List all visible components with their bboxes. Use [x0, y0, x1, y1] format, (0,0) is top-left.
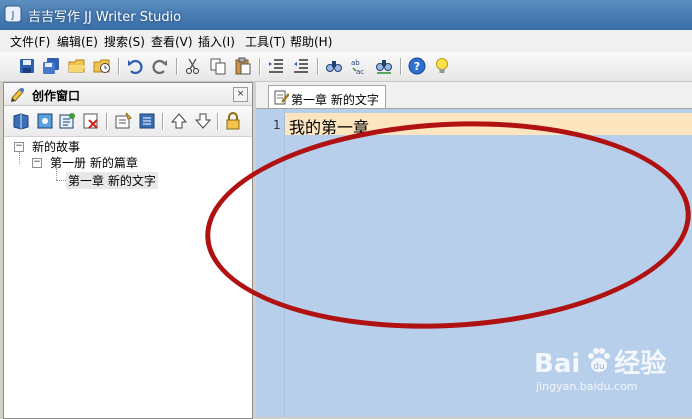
- menu-edit[interactable]: 编辑(E): [57, 33, 98, 50]
- svg-text:ab: ab: [351, 59, 360, 67]
- baidu-watermark: Bai 经验 du jingyan.baidu.com: [534, 343, 684, 403]
- redo-icon[interactable]: [151, 57, 169, 75]
- svg-text:J: J: [11, 10, 15, 21]
- rename-icon[interactable]: [114, 112, 132, 130]
- find-icon[interactable]: [325, 57, 343, 75]
- new-chapter-icon[interactable]: [58, 112, 76, 130]
- panel-toolbar: [4, 106, 252, 137]
- panel-toolbar-separator: [106, 113, 108, 130]
- document-edit-icon: [274, 90, 289, 105]
- creation-window-icon: [11, 88, 24, 102]
- menu-view[interactable]: 查看(V): [151, 33, 193, 50]
- find-next-icon[interactable]: [375, 57, 393, 75]
- delete-icon[interactable]: [82, 112, 100, 130]
- tab-chapter-1[interactable]: 第一章 新的文字: [268, 85, 386, 108]
- new-volume-icon[interactable]: [36, 112, 54, 130]
- cut-icon[interactable]: [184, 57, 202, 75]
- main-toolbar: ab ac ?: [0, 52, 692, 82]
- toolbar-separator: [176, 58, 178, 75]
- new-book-icon[interactable]: [12, 112, 30, 130]
- tree-node-volume[interactable]: 第一册 新的篇章: [50, 154, 138, 171]
- tree-collapse-toggle[interactable]: −: [32, 158, 42, 168]
- tree-node-story[interactable]: 新的故事: [32, 138, 80, 155]
- outdent-icon[interactable]: [292, 57, 310, 75]
- tree-connector: [56, 180, 66, 181]
- lock-icon[interactable]: [224, 112, 242, 130]
- tip-icon[interactable]: [433, 57, 451, 75]
- menu-insert[interactable]: 插入(I): [198, 33, 235, 50]
- undo-icon[interactable]: [126, 57, 144, 75]
- tree-node-chapter[interactable]: 第一章 新的文字: [66, 172, 158, 189]
- menu-search[interactable]: 搜索(S): [104, 33, 145, 50]
- menu-bar: 文件(F) 编辑(E) 搜索(S) 查看(V) 插入(I) 工具(T) 帮助(H…: [0, 30, 692, 53]
- svg-text:du: du: [593, 362, 604, 372]
- paste-icon[interactable]: [234, 57, 252, 75]
- copy-icon[interactable]: [209, 57, 227, 75]
- open-recent-icon[interactable]: [93, 57, 111, 75]
- save-icon[interactable]: [18, 57, 36, 75]
- help-icon[interactable]: ?: [408, 57, 426, 75]
- properties-icon[interactable]: [138, 112, 156, 130]
- toolbar-separator: [317, 58, 319, 75]
- watermark-site: jingyan.baidu.com: [536, 380, 638, 393]
- title-bar: J 吉吉写作 JJ Writer Studio: [0, 0, 692, 30]
- move-down-icon[interactable]: [194, 112, 212, 130]
- jj-app-icon: J: [4, 5, 22, 23]
- move-up-icon[interactable]: [170, 112, 188, 130]
- line-number: 1: [273, 118, 281, 132]
- tree-connector: [19, 152, 20, 164]
- panel-toolbar-separator: [217, 113, 219, 130]
- toolbar-separator: [118, 58, 120, 75]
- tree-connector: [56, 168, 57, 180]
- menu-file[interactable]: 文件(F): [10, 33, 50, 50]
- replace-icon[interactable]: abac: [350, 57, 368, 75]
- watermark-bai: Bai: [534, 349, 581, 379]
- panel-toolbar-separator: [162, 113, 164, 130]
- svg-text:?: ?: [414, 60, 420, 73]
- tree-collapse-toggle[interactable]: −: [14, 142, 24, 152]
- open-folder-icon[interactable]: [68, 57, 86, 75]
- panel-title: 创作窗口: [32, 89, 81, 103]
- toolbar-separator: [400, 58, 402, 75]
- menu-tools[interactable]: 工具(T): [245, 33, 286, 50]
- document-tabs: 第一章 新的文字: [256, 82, 692, 109]
- tab-label: 第一章 新的文字: [291, 93, 379, 107]
- panel-close-button[interactable]: ×: [233, 87, 248, 102]
- svg-text:ac: ac: [356, 68, 364, 75]
- watermark-jingyan: 经验: [614, 349, 667, 379]
- panel-header: 创作窗口 ×: [4, 83, 252, 106]
- indent-icon[interactable]: [267, 57, 285, 75]
- window-title: 吉吉写作 JJ Writer Studio: [28, 10, 182, 25]
- save-all-icon[interactable]: [42, 57, 60, 75]
- menu-help[interactable]: 帮助(H): [290, 33, 332, 50]
- baidu-paw-icon: du: [588, 348, 610, 372]
- story-tree: − 新的故事 − 第一册 新的篇章 第一章 新的文字: [4, 137, 252, 417]
- toolbar-separator: [259, 58, 261, 75]
